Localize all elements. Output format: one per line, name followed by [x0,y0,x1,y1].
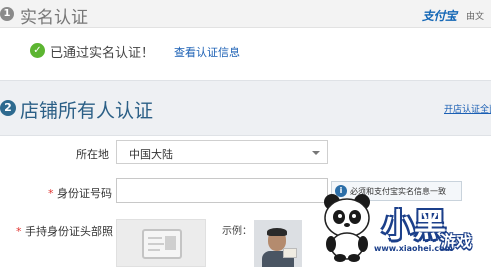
location-label: 所在地 [76,148,109,161]
shop-verification-link[interactable]: 开店认证全面 [444,102,491,115]
id-photo-label: * 手持身份证头部照 [16,223,113,239]
step-number-badge: 1 [0,7,14,21]
location-select-value: 中国大陆 [129,148,173,161]
section1-title: 实名认证 [20,8,88,28]
location-select[interactable]: 中国大陆 [116,140,328,164]
panda-mascot-icon [324,194,370,262]
alipay-logo: 支付宝 [422,9,457,23]
watermark-site-text: www.xiaohei.com [374,244,453,253]
chevron-down-icon [312,151,320,155]
required-mark: * [48,187,54,200]
example-label: 示例： [222,226,252,237]
watermark-logo: 小黑 游戏 www.xiaohei.com [312,190,491,267]
id-card-icon [142,229,182,259]
required-mark: * [16,225,22,238]
id-number-label-text: 身份证号码 [57,187,112,200]
section1-header: 1 实名认证 支付宝 由文 [0,0,491,28]
id-number-label: * 身份证号码 [48,185,112,201]
id-photo-label-text: 手持身份证头部照 [25,225,113,238]
view-verification-info-link[interactable]: 查看认证信息 [174,44,240,60]
id-photo-upload[interactable] [116,219,206,267]
check-circle-icon: ✓ [30,43,45,58]
section2-title: 店铺所有人认证 [20,100,154,122]
logo-subtext: 由文 [466,12,485,22]
id-number-input[interactable] [116,178,328,203]
example-photo [254,220,302,267]
step-number-badge: 2 [0,100,16,116]
verified-status-text: 已通过实名认证！ [50,46,155,61]
section2-header: 2 店铺所有人认证 开店认证全面 [0,80,491,136]
watermark-main-text: 小黑 [382,206,447,244]
